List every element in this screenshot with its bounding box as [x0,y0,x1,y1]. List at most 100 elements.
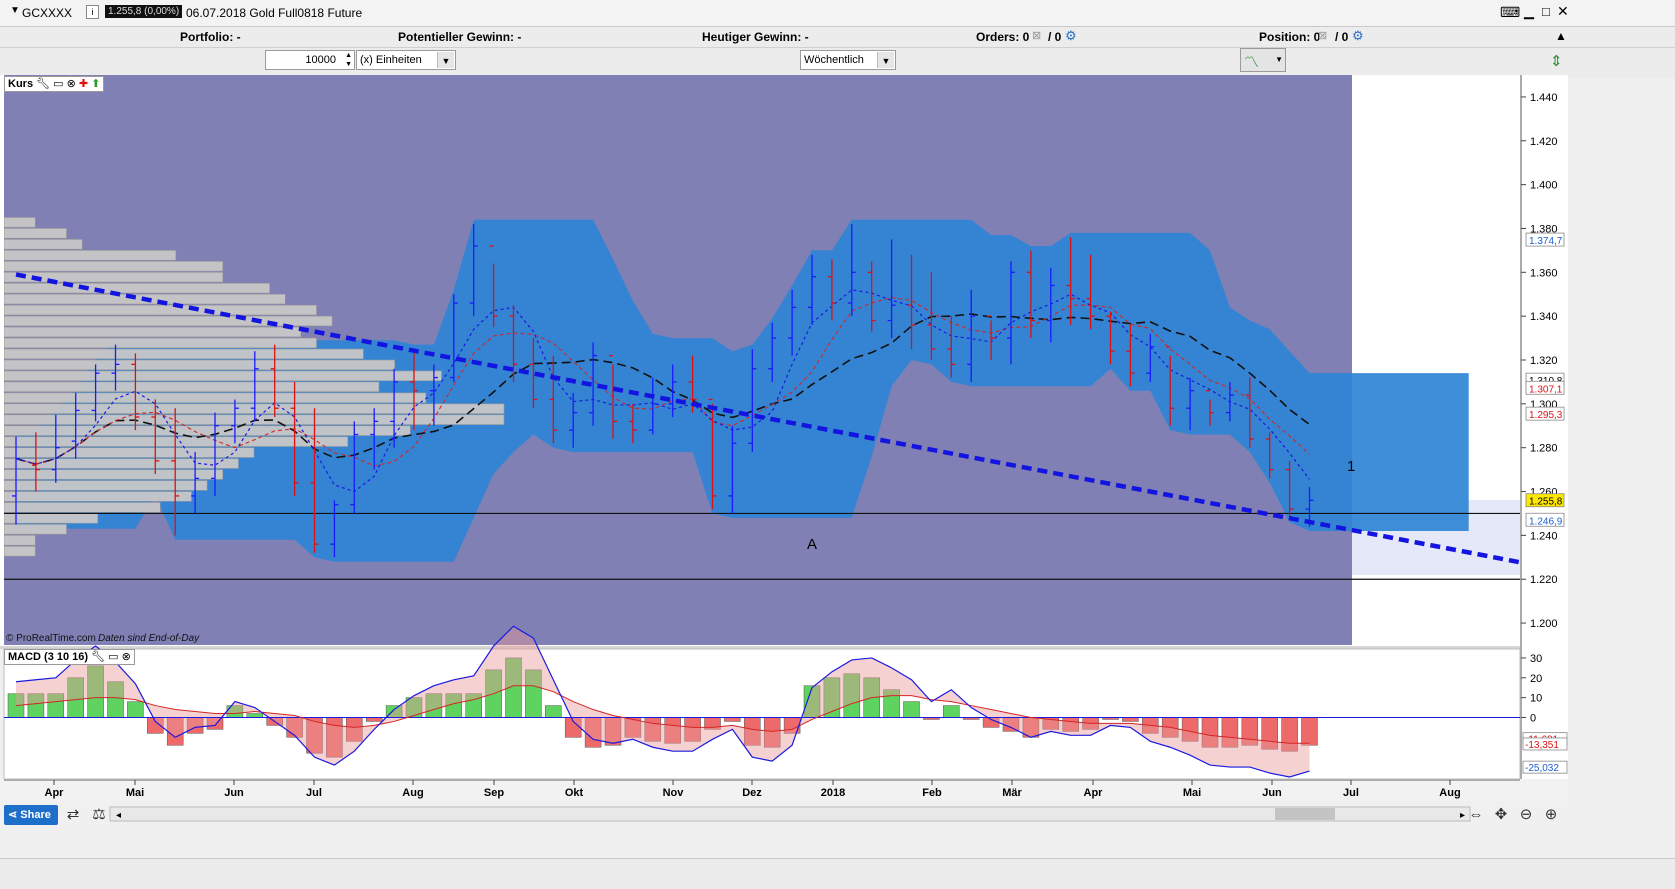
time-tick-label: Feb [922,787,942,799]
volume-profile-bin [4,304,317,316]
volume-profile-bin [4,315,333,327]
zoom-out-icon[interactable]: ⊖ [1515,804,1537,826]
scroll-thumb[interactable] [1275,808,1335,820]
volume-profile-bin [4,546,36,557]
share-button[interactable]: ⋖ Share [4,805,58,825]
volume-profile-bin [4,480,208,491]
time-tick-label: Mai [126,787,144,799]
macd-histogram-bar [246,713,264,718]
volume-profile-bin [4,414,505,425]
time-tick-label: Okt [565,787,584,799]
arrange-icon[interactable]: ⇄ [62,804,84,826]
volume-profile-bin [4,326,302,338]
macd-histogram-bar [1301,717,1318,746]
price-tick-label: 1.220 [1530,574,1558,586]
macd-window-icon[interactable]: ▭ [108,651,118,663]
price-value-label: 1.295,3 [1529,410,1563,421]
volume-profile-bin [4,381,380,392]
annotation-a: A [807,536,818,553]
macd-histogram-bar [903,701,920,718]
macd-value-label: -13,351 [1525,740,1559,751]
volume-profile-bin [4,513,99,524]
price-panel-label: Kurs [8,78,34,90]
price-tick-label: 1.240 [1530,530,1558,542]
volume-profile-bin [4,392,427,403]
macd-panel-header: MACD (3 10 16) 🔧︎ ▭ ⊗ [4,649,135,665]
time-tick-label: Dez [742,787,762,799]
time-scrollbar[interactable] [109,806,1471,822]
volume-profile-bin [4,337,317,349]
macd-histogram-bar [724,717,741,722]
share-icon: ⋖ [8,809,18,821]
zoom-in-icon[interactable]: ⊕ [1540,804,1562,826]
volume-profile-bin [4,228,67,239]
macd-tick-label: 0 [1530,712,1536,724]
volume-profile-bin [4,239,83,250]
volume-profile-bin [4,491,192,502]
price-move-up-icon[interactable]: ⬆ [91,78,100,90]
price-tick-label: 1.440 [1530,92,1558,104]
zoom-fit-icon[interactable]: ⇔ [1465,804,1487,826]
price-tick-label: 1.340 [1530,311,1558,323]
annotation-1: 1 [1347,458,1356,475]
time-tick-label: Apr [1084,787,1104,799]
bottom-toolbar [0,858,1675,889]
volume-profile-bin [4,359,395,371]
price-value-label: 1.246,9 [1529,516,1563,527]
time-tick-label: Jun [224,787,244,799]
price-tick-label: 1.420 [1530,136,1558,148]
time-tick-label: Jul [1343,787,1359,799]
volume-profile-bin [4,217,36,228]
time-tick-label: Mär [1002,787,1022,799]
share-label: Share [20,809,51,821]
volume-profile-bin [4,282,270,294]
price-settings-icon[interactable]: 🔧︎ [36,78,50,90]
price-tick-label: 1.200 [1530,618,1558,630]
time-tick-label: Mai [1183,787,1201,799]
volume-profile-bin [4,524,67,535]
time-tick-label: Jun [1262,787,1282,799]
volume-profile-bin [4,348,364,360]
volume-profile-bin [4,250,177,261]
time-tick-label: Aug [402,787,423,799]
price-tick-label: 1.400 [1530,180,1558,192]
volume-profile-bin [4,469,224,480]
macd-close-icon[interactable]: ⊗ [122,651,131,663]
time-tick-label: Jul [306,787,322,799]
macd-value-label: -25,032 [1525,763,1559,774]
volume-profile-bin [4,261,224,272]
volume-profile-bin [4,370,442,382]
macd-histogram-bar [127,701,144,718]
scroll-left-icon[interactable]: ◂ [116,810,121,821]
macd-histogram-bar [365,717,383,722]
price-value-label: 1.307,1 [1529,384,1563,395]
macd-histogram-bar [1122,717,1139,722]
time-tick-label: Nov [663,787,685,799]
price-close-icon[interactable]: ⊗ [67,78,76,90]
volume-profile-bin [4,447,255,458]
volume-profile-bin [4,425,411,436]
time-tick-label: Sep [484,787,504,799]
price-tick-label: 1.280 [1530,443,1558,455]
eod-note-text: Daten sind End-of-Day [98,633,200,644]
macd-histogram-bar [943,705,960,718]
macd-panel-label: MACD (3 10 16) [8,651,89,663]
zoom-reset-icon[interactable]: ✥ [1490,804,1512,826]
macd-tick-label: 30 [1530,653,1542,665]
macd-histogram-bar [545,705,562,718]
time-tick-label: 2018 [821,787,845,799]
volume-profile-bin [4,502,161,513]
price-tick-label: 1.320 [1530,355,1558,367]
price-panel-header: Kurs 🔧︎ ▭ ⊗ ✚ ⬆ [4,76,105,92]
macd-tick-label: 20 [1530,673,1542,685]
price-tick-label: 1.360 [1530,267,1558,279]
macd-settings-icon[interactable]: 🔧︎ [91,651,105,663]
drawing-tools-icon[interactable]: ⚖ [88,804,110,826]
price-value-label: 1.374,7 [1529,236,1563,247]
price-value-label: 1.255,8 [1529,497,1563,508]
time-tick-label: Aug [1439,787,1460,799]
copyright-text: © ProRealTime.com [6,633,96,644]
price-add-indicator-icon[interactable]: ✚ [79,78,88,90]
volume-profile-bin [4,535,36,546]
price-window-icon[interactable]: ▭ [53,78,63,90]
